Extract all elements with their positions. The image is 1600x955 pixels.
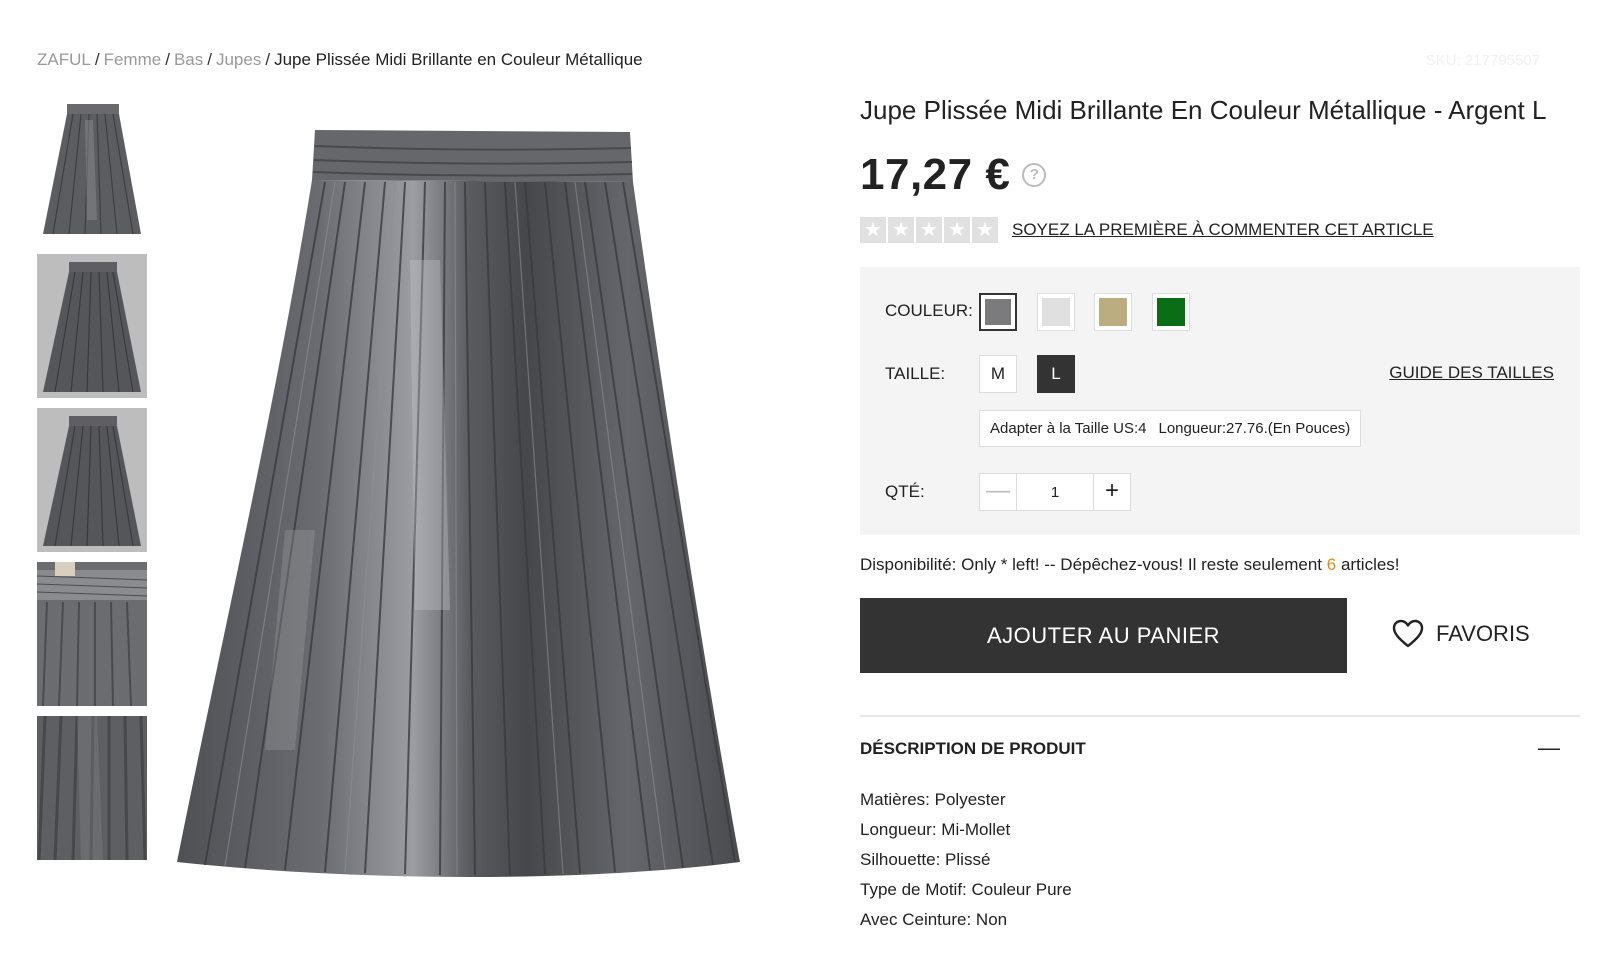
breadcrumb-jupes[interactable]: Jupes bbox=[216, 50, 261, 69]
add-to-cart-button[interactable]: AJOUTER AU PANIER bbox=[860, 598, 1347, 673]
color-swatch-argent[interactable] bbox=[979, 293, 1017, 331]
thumbnail-4[interactable] bbox=[37, 562, 147, 706]
description-item: Longueur: Mi-Mollet bbox=[860, 820, 1011, 839]
price-help-icon[interactable]: ? bbox=[1022, 163, 1047, 187]
price-row: 17,27 € ? bbox=[860, 150, 1047, 200]
star-icon: ★ bbox=[916, 217, 942, 243]
favorites-label: FAVORIS bbox=[1436, 621, 1530, 646]
size-info-box: Adapter à la Taille US:4 Longueur:27.76.(… bbox=[979, 410, 1362, 447]
quantity-input[interactable] bbox=[1016, 474, 1094, 510]
size-guide-link[interactable]: GUIDE DES TAILLES bbox=[1389, 363, 1554, 383]
breadcrumb-current: Jupe Plissée Midi Brillante en Couleur M… bbox=[274, 50, 643, 69]
availability-suffix: articles! bbox=[1336, 555, 1400, 574]
description-item: Silhouette: Plissé bbox=[860, 850, 991, 869]
color-swatch-green[interactable] bbox=[1152, 293, 1190, 331]
stock-count: 6 bbox=[1326, 555, 1337, 574]
rating-row: ★ ★ ★ ★ ★ SOYEZ LA PREMIÈRE À COMMENTER … bbox=[860, 217, 1434, 243]
swatch-fill bbox=[1157, 298, 1185, 326]
thumbnail-5[interactable] bbox=[37, 716, 147, 860]
thumbnail-3[interactable] bbox=[37, 408, 147, 552]
rating-stars: ★ ★ ★ ★ ★ bbox=[860, 217, 998, 243]
breadcrumb-separator: / bbox=[265, 50, 271, 69]
color-label: COULEUR: bbox=[885, 301, 973, 320]
swatch-fill bbox=[1099, 298, 1127, 326]
description-item: Matières: Polyester bbox=[860, 790, 1006, 809]
quantity-decrease-button[interactable]: — bbox=[980, 474, 1016, 510]
breadcrumb-separator: / bbox=[207, 50, 212, 69]
description-item: Avec Ceinture: Non bbox=[860, 910, 1008, 929]
color-swatch-light[interactable] bbox=[1037, 293, 1075, 331]
star-icon: ★ bbox=[944, 217, 970, 243]
color-swatch-gold[interactable] bbox=[1094, 293, 1132, 331]
write-review-link[interactable]: SOYEZ LA PREMIÈRE À COMMENTER CET ARTICL… bbox=[1012, 220, 1434, 240]
description-list: Matières: Polyester Longueur: Mi-Mollet … bbox=[860, 785, 1072, 935]
availability-text: Disponibilité: Only * left! -- Dépêchez-… bbox=[860, 555, 1400, 575]
thumbnail-1[interactable] bbox=[37, 100, 147, 244]
collapse-icon[interactable]: — bbox=[1538, 737, 1560, 759]
size-option-m[interactable]: M bbox=[979, 355, 1017, 393]
breadcrumb-separator: / bbox=[165, 50, 170, 69]
description-header[interactable]: DÉSCRIPTION DE PRODUIT bbox=[860, 739, 1086, 759]
product-main-image[interactable] bbox=[165, 110, 765, 910]
breadcrumb-separator: / bbox=[94, 50, 100, 69]
breadcrumb-bas[interactable]: Bas bbox=[174, 50, 203, 69]
product-options: COULEUR: TAILLE: M L GUIDE DES TAILLES A… bbox=[860, 267, 1580, 535]
size-label: TAILLE: bbox=[885, 364, 946, 383]
quantity-stepper: — + bbox=[979, 473, 1131, 511]
quantity-label: QTÉ: bbox=[885, 482, 925, 501]
size-fit-note: Adapter à la Taille US:4 bbox=[990, 420, 1147, 437]
product-price: 17,27 € bbox=[860, 150, 1011, 199]
star-icon: ★ bbox=[888, 217, 914, 243]
size-length-note: Longueur:27.76.(En Pouces) bbox=[1158, 420, 1351, 437]
breadcrumb-femme[interactable]: Femme bbox=[104, 50, 162, 69]
star-icon: ★ bbox=[860, 217, 886, 243]
description-item: Type de Motif: Couleur Pure bbox=[860, 880, 1072, 899]
thumbnail-2[interactable] bbox=[37, 254, 147, 398]
star-icon: ★ bbox=[972, 217, 998, 243]
section-divider bbox=[860, 715, 1580, 717]
breadcrumb: ZAFUL / Femme / Bas / Jupes / Jupe Plissée Midi … bbox=[37, 50, 643, 70]
heart-icon bbox=[1392, 619, 1424, 648]
availability-prefix: Disponibilité: Only * left! -- Dépêchez-… bbox=[860, 555, 1327, 574]
thumbnail-gallery bbox=[37, 100, 147, 870]
swatch-fill bbox=[1042, 298, 1070, 326]
breadcrumb-home[interactable]: ZAFUL bbox=[37, 50, 91, 69]
sku-label: SKU: 217795507 bbox=[1425, 52, 1540, 69]
size-option-l[interactable]: L bbox=[1037, 355, 1075, 393]
quantity-increase-button[interactable]: + bbox=[1094, 474, 1130, 510]
favorites-button[interactable]: FAVORIS bbox=[1392, 619, 1530, 649]
product-title: Jupe Plissée Midi Brillante En Couleur M… bbox=[860, 95, 1547, 125]
swatch-fill bbox=[985, 299, 1011, 325]
